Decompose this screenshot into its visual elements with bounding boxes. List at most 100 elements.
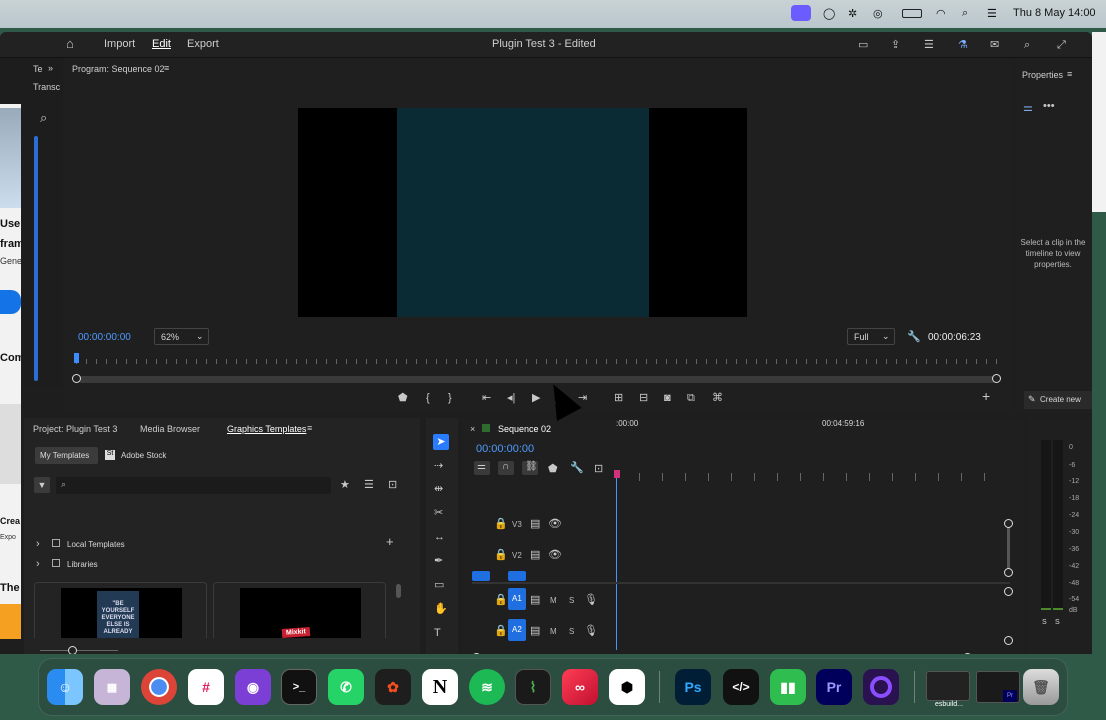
star-icon[interactable]: ★	[340, 479, 350, 491]
left-tab-chevron[interactable]: »	[48, 63, 53, 73]
photoshop-icon[interactable]: Ps	[675, 669, 711, 705]
slack-icon[interactable]: #	[188, 669, 224, 705]
workspace-import[interactable]: Import	[104, 38, 135, 50]
meter-solo-left[interactable]: S	[1042, 619, 1047, 626]
scroll-handle-left[interactable]	[72, 374, 81, 383]
panel-menu-icon[interactable]: ≡	[307, 423, 312, 433]
sliders-icon[interactable]: ⚌	[1023, 102, 1033, 114]
checkbox-local-templates[interactable]	[52, 539, 60, 547]
track-select-tool-icon[interactable]: ⇢	[434, 460, 443, 472]
add-button-icon[interactable]: +	[982, 389, 990, 403]
track-label-v3[interactable]: V3	[512, 520, 522, 529]
share-icon[interactable]: ⇪	[891, 39, 900, 51]
nest-toggle-button[interactable]: ⚌	[474, 461, 490, 475]
search-icon[interactable]: ⌕	[40, 111, 47, 124]
create-new-button[interactable]: ✎ Create new	[1024, 391, 1092, 409]
scroll-handle-right[interactable]	[992, 374, 1001, 383]
wifi-icon[interactable]: ◠	[936, 7, 946, 20]
tab-project[interactable]: Project: Plugin Test 3	[33, 424, 117, 434]
capcut-icon[interactable]: ⬢	[609, 669, 645, 705]
ripple-edit-tool-icon[interactable]: ⇹	[434, 483, 443, 495]
panel-menu-icon[interactable]: ≡	[1067, 69, 1072, 79]
templates-scrollbar[interactable]	[396, 584, 401, 598]
timeline-vertical-scroll[interactable]	[1007, 524, 1010, 572]
hscroll-handle-left[interactable]	[472, 653, 481, 654]
tree-libraries[interactable]: Libraries	[67, 560, 98, 569]
blue-scroll-indicator[interactable]	[34, 136, 38, 381]
template-thumbnail-2[interactable]: Mixkit	[213, 582, 386, 638]
lock-icon[interactable]: 🔒	[494, 594, 508, 606]
solo-a2-button[interactable]: S	[569, 627, 574, 636]
arc-icon[interactable]	[863, 669, 899, 705]
left-tab-partial[interactable]: Te	[33, 64, 43, 74]
flask-icon[interactable]: ⚗	[958, 39, 968, 51]
film-icon[interactable]: ▤	[530, 594, 540, 606]
search-icon[interactable]: ⌕	[962, 7, 968, 20]
numbers-icon[interactable]: ▮▮	[770, 669, 806, 705]
circle-status-icon[interactable]: ◯	[823, 7, 835, 20]
timeline-tab[interactable]: Sequence 02	[498, 424, 551, 434]
film-icon[interactable]: ▤	[530, 549, 540, 561]
a2-target[interactable]: A2	[508, 619, 526, 641]
microphone-icon[interactable]: 🎙	[584, 625, 598, 637]
film-icon[interactable]: ▤	[530, 518, 540, 530]
mute-a2-button[interactable]: M	[550, 627, 557, 636]
marker-icon[interactable]: ⬟	[548, 463, 558, 475]
thumbnail-size-handle[interactable]	[68, 646, 77, 654]
figma-icon[interactable]: ✿	[375, 669, 411, 705]
film-icon[interactable]: ▤	[530, 625, 540, 637]
lock-icon[interactable]: 🔒	[494, 518, 508, 530]
code-icon[interactable]: </>	[723, 669, 759, 705]
vscroll-handle-bottom[interactable]	[1004, 568, 1013, 577]
program-video-frame[interactable]	[298, 108, 747, 317]
v1-source-patch[interactable]	[472, 571, 490, 581]
type-tool-icon[interactable]: T	[434, 627, 441, 639]
snap-button[interactable]: ∩	[498, 461, 514, 475]
finder-icon[interactable]: ☺	[47, 669, 83, 705]
thumbnail-size-slider[interactable]	[40, 650, 118, 651]
whatsapp-icon[interactable]: ✆	[328, 669, 364, 705]
activity-monitor-icon[interactable]: ⌇	[515, 669, 551, 705]
mark-in-icon[interactable]: {	[426, 392, 430, 404]
program-monitor-title[interactable]: Program: Sequence 02	[72, 64, 165, 74]
sort-icon[interactable]: ☰	[364, 479, 374, 491]
spotify-icon[interactable]: ≋	[469, 669, 505, 705]
more-icon[interactable]: •••	[1043, 100, 1055, 112]
step-back-icon[interactable]: ◂|	[507, 392, 515, 404]
lock-icon[interactable]: 🔒	[494, 625, 508, 637]
premiere-icon[interactable]: Pr	[816, 669, 852, 705]
play-icon[interactable]: ▶	[532, 392, 540, 404]
vscroll-handle-top[interactable]	[1004, 519, 1013, 528]
new-folder-icon[interactable]: ⊡	[388, 479, 397, 491]
program-timecode[interactable]: 00:00:00:00	[78, 332, 131, 343]
control-center-icon[interactable]: ☰	[987, 7, 997, 20]
go-to-in-icon[interactable]: ⇤	[482, 392, 491, 404]
trash-icon[interactable]: 🗑	[1023, 669, 1059, 705]
tab-graphics-templates[interactable]: Graphics Templates	[227, 424, 306, 434]
terminal-icon[interactable]: >_	[281, 669, 317, 705]
slip-tool-icon[interactable]: ↔	[434, 531, 445, 543]
microphone-icon[interactable]: 🎙	[584, 594, 598, 606]
pen-tool-icon[interactable]: ✒	[434, 555, 443, 567]
esbuild-window-icon[interactable]	[926, 671, 970, 701]
zoom-dropdown[interactable]: 62% ⌄	[154, 328, 209, 345]
timeline-playhead[interactable]	[616, 470, 617, 650]
mute-a1-button[interactable]: M	[550, 596, 557, 605]
home-icon[interactable]: ⌂	[66, 37, 74, 50]
timeline-ruler[interactable]	[616, 473, 1002, 481]
vr-icon[interactable]: ⌘	[712, 392, 723, 404]
search-panel-icon[interactable]: ⌕	[1024, 39, 1030, 51]
menubar-clock[interactable]: Thu 8 May 14:00	[1013, 7, 1096, 19]
eye-icon[interactable]: 👁	[548, 549, 562, 561]
gear-icon[interactable]: ✲	[848, 7, 857, 20]
track-label-v2[interactable]: V2	[512, 551, 522, 560]
web-download-button[interactable]	[0, 290, 21, 314]
playhead-marker[interactable]	[614, 470, 620, 478]
av-divider[interactable]	[472, 582, 1010, 584]
chrome-icon[interactable]	[141, 669, 177, 705]
extract-icon[interactable]: ⊟	[639, 392, 648, 404]
properties-title[interactable]: Properties	[1022, 70, 1063, 80]
close-icon[interactable]: ×	[470, 424, 475, 434]
go-to-out-icon[interactable]: ⇥	[578, 392, 587, 404]
add-marker-icon[interactable]: ⬟	[398, 392, 408, 404]
